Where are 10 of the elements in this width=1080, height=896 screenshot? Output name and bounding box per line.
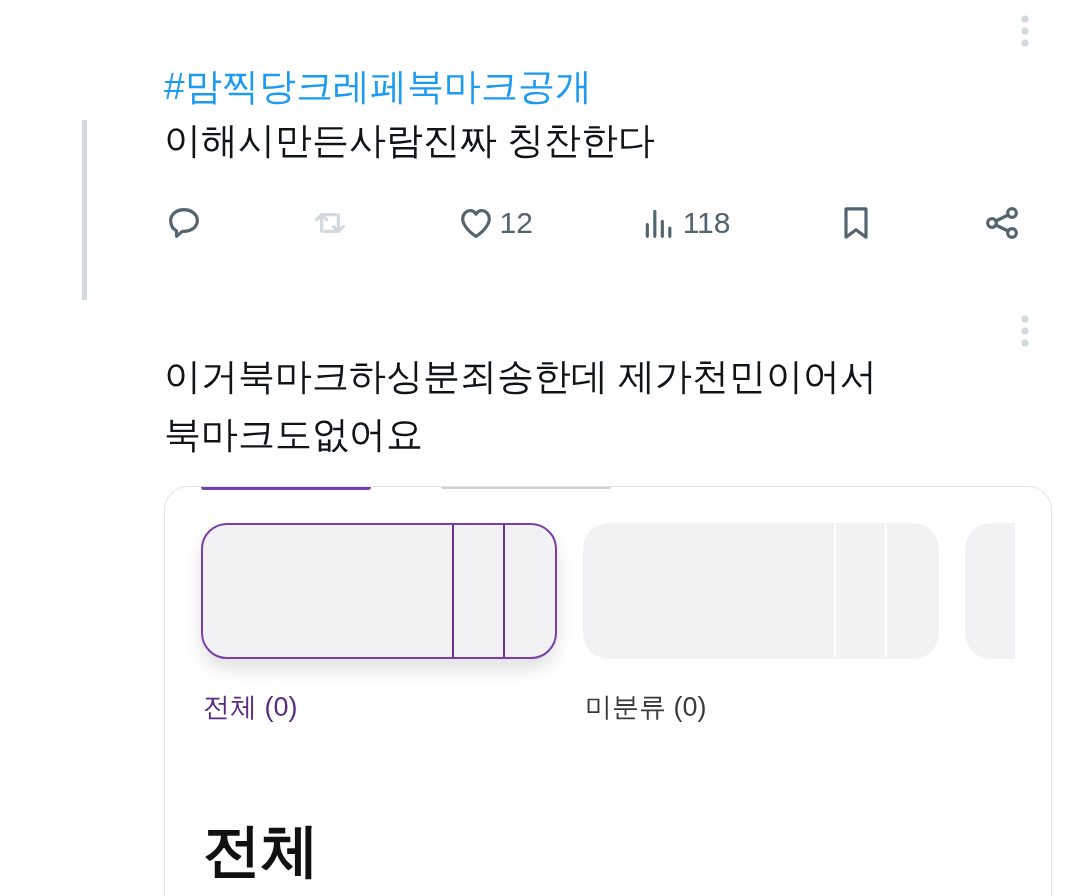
folder-label: 전체 (0) [202,691,299,724]
more-icon[interactable] [1020,314,1030,348]
views-button[interactable]: 118 [638,200,731,245]
post-text: 이해시만든사람진짜 칭찬한다 [164,119,657,163]
folder-card[interactable] [201,523,557,659]
section-heading: 전체 [202,815,320,884]
post-text: 이거북마크하싱분죄송한데 제가천민이어서 북마크도없어요 [164,355,879,457]
folder-label: 미분류 (0) [584,691,708,724]
more-icon[interactable] [1020,14,1030,48]
like-button[interactable]: 12 [455,200,533,245]
